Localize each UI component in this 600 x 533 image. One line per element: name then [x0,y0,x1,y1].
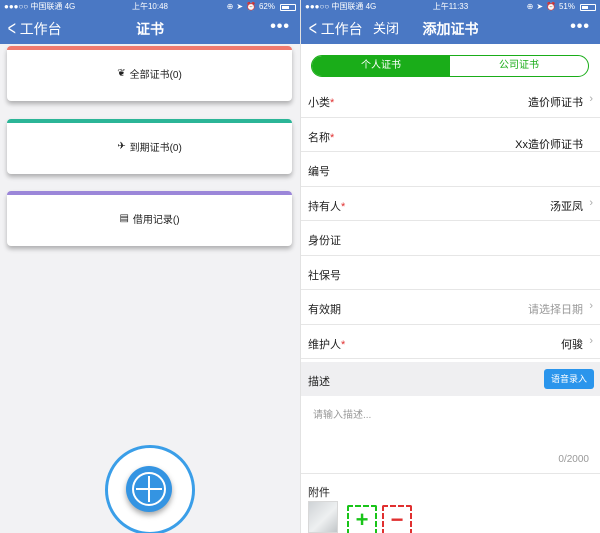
add-attachment-button[interactable]: + [347,505,377,533]
required-mark: * [330,97,335,109]
expired-certificates-card[interactable]: ✈ 到期证书(0) [7,119,292,174]
battery-percent: 51% [558,2,575,11]
minus-icon: − [390,507,404,532]
battery-percent: 62% [258,2,275,11]
location-icon: ➤ [536,2,544,11]
top-bar: ●●●○○ 中国联通 4G 上午10:48 ⊕ ➤ ⏰ 62% < 工作台 证书… [0,0,300,44]
page-title: 添加证书 [422,21,479,37]
card-label: 全部证书(0) [129,70,182,81]
label-text: 持有人 [308,200,341,213]
chevron-right-icon: › [589,93,593,105]
card-label: 借用记录() [132,215,180,226]
field-id-card[interactable]: 身份证 [301,221,600,256]
description-textarea[interactable]: 请输入描述... 0/2000 [301,396,600,474]
card-label: 到期证书(0) [129,143,182,154]
field-label: 持有人* [308,198,345,214]
field-value: 汤亚凤 [550,200,583,213]
location-icon: ➤ [236,2,244,11]
status-bar: ●●●○○ 中国联通 4G 上午10:48 ⊕ ➤ ⏰ 62% [0,0,300,14]
more-menu-button[interactable]: ••• [270,17,290,37]
plus-icon: + [355,507,369,532]
field-label: 社保号 [308,269,341,282]
label-text: 维护人 [308,338,341,351]
field-subcategory[interactable]: 小类* 造价师证书 › [301,83,600,118]
status-bar: ●●●○○ 中国联通 4G 上午11:33 ⊕ ➤ ⏰ 51% [301,0,600,14]
certificate-type-toggle: 个人证书 公司证书 [311,55,589,77]
name-input[interactable]: Xx造价师证书 [515,136,583,152]
card-accent-band [7,119,292,123]
page-title: 证书 [136,21,164,37]
field-social-security[interactable]: 社保号 [301,256,600,290]
field-label: 有效期 [308,304,341,316]
plus-circle-icon [132,472,166,506]
more-menu-button[interactable]: ••• [570,17,590,37]
nav-bar: < 工作台 证书 ••• [0,14,300,44]
chevron-right-icon: › [589,300,593,312]
add-certificate-screen: ●●●○○ 中国联通 4G 上午11:33 ⊕ ➤ ⏰ 51% < 工作台 关闭… [300,0,600,533]
field-validity[interactable]: 有效期 请选择日期 › [301,290,600,325]
status-right: ⊕ ➤ ⏰ 51% [527,0,596,14]
field-name[interactable]: 名称* Xx造价师证书 [301,118,600,152]
field-label: 名称* [308,129,334,145]
card-accent-band [7,191,292,195]
add-certificate-fab[interactable] [126,466,172,512]
date-placeholder: 请选择日期 [528,304,583,316]
field-value: 造价师证书 [528,97,583,109]
list-icon: ▤ [119,213,129,224]
field-value: 何骏 [561,338,583,351]
required-mark: * [341,338,346,351]
borrow-records-card[interactable]: ▤ 借用记录() [7,191,292,246]
status-right: ⊕ ➤ ⏰ 62% [227,0,296,14]
top-bar: ●●●○○ 中国联通 4G 上午11:33 ⊕ ➤ ⏰ 51% < 工作台 关闭… [301,0,600,44]
voice-input-button[interactable]: 语音录入 [544,369,594,389]
tab-personal-certificate[interactable]: 个人证书 [312,56,450,76]
label-text: 小类 [308,97,330,109]
attachment-thumbnail[interactable] [308,501,338,533]
lock-rotation-icon: ⊕ [526,2,534,11]
nav-bar: < 工作台 关闭 添加证书 ••• [301,14,600,44]
alarm-icon: ⏰ [246,2,256,11]
alarm-icon: ⏰ [546,2,556,11]
card-accent-band [7,46,292,50]
lock-rotation-icon: ⊕ [226,2,234,11]
description-header: 描述 语音录入 [301,362,600,396]
screenshot: ●●●○○ 中国联通 4G 上午10:48 ⊕ ➤ ⏰ 62% < 工作台 证书… [0,0,600,533]
field-label: 编号 [308,166,330,178]
chevron-right-icon: › [589,334,593,347]
tab-company-certificate[interactable]: 公司证书 [450,56,588,76]
field-label: 维护人* [308,336,345,352]
chevron-right-icon: › [589,196,593,209]
leaf-icon: ❦ [117,68,126,79]
certificate-form: 小类* 造价师证书 › 名称* Xx造价师证书 编号 持有人* 汤亚凤 › 身份… [301,83,600,359]
battery-icon [280,3,296,11]
attachments-label: 附件 [308,487,330,499]
description-placeholder: 请输入描述... [313,410,372,421]
required-mark: * [330,131,335,144]
required-mark: * [341,200,346,213]
field-maintainer[interactable]: 维护人* 何骏 › [301,325,600,359]
field-holder[interactable]: 持有人* 汤亚凤 › [301,187,600,221]
battery-icon [580,3,596,11]
description-label: 描述 [308,376,330,388]
field-number[interactable]: 编号 [301,152,600,187]
remove-attachment-button[interactable]: − [382,505,412,533]
paper-plane-icon: ✈ [117,141,126,152]
all-certificates-card[interactable]: ❦ 全部证书(0) [7,46,292,101]
field-label: 身份证 [308,235,341,247]
label-text: 名称 [308,131,330,144]
character-counter: 0/2000 [558,454,589,465]
certificates-screen: ●●●○○ 中国联通 4G 上午10:48 ⊕ ➤ ⏰ 62% < 工作台 证书… [0,0,300,533]
field-label: 小类* [308,94,334,110]
